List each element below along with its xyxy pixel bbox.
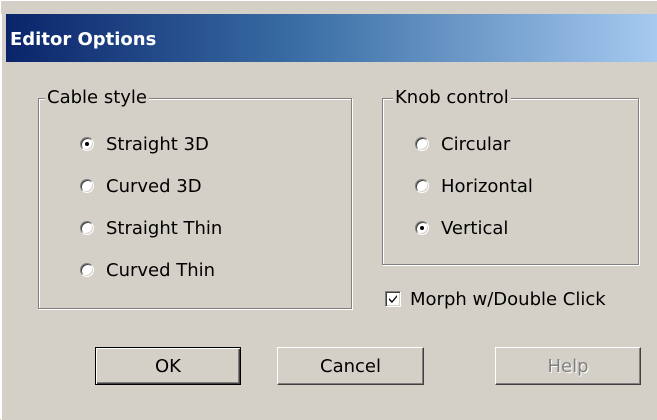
radio-button[interactable] (415, 179, 429, 193)
radio-horizontal[interactable]: Horizontal (415, 173, 533, 199)
radio-label: Horizontal (441, 175, 533, 197)
window-left-border (1, 14, 6, 420)
morph-double-click-checkbox-row[interactable]: Morph w/Double Click (385, 286, 606, 312)
window-top-edge (1, 1, 657, 14)
radio-button[interactable] (80, 263, 94, 277)
radio-vertical[interactable]: Vertical (415, 215, 508, 241)
radio-button[interactable] (415, 137, 429, 151)
editor-options-dialog: Editor Options Cable style Straight 3D C… (0, 0, 657, 420)
cancel-button[interactable]: Cancel (277, 347, 424, 385)
radio-label: Straight 3D (106, 133, 209, 155)
radio-dot (420, 226, 424, 230)
radio-button[interactable] (80, 221, 94, 235)
radio-button[interactable] (80, 137, 94, 151)
radio-curved-thin[interactable]: Curved Thin (80, 257, 215, 283)
morph-label: Morph w/Double Click (410, 288, 606, 310)
window-title: Editor Options (10, 29, 157, 50)
radio-straight-3d[interactable]: Straight 3D (80, 131, 209, 157)
radio-label: Straight Thin (106, 217, 223, 239)
radio-label: Curved Thin (106, 259, 216, 281)
title-bar[interactable]: Editor Options (6, 14, 657, 62)
checkmark-icon (389, 295, 397, 303)
radio-label: Vertical (441, 217, 509, 239)
help-button[interactable]: Help (495, 347, 641, 385)
radio-label: Curved 3D (106, 175, 202, 197)
cable-style-caption: Cable style (45, 86, 149, 110)
knob-control-caption: Knob control (393, 86, 511, 110)
radio-straight-thin[interactable]: Straight Thin (80, 215, 222, 241)
radio-button[interactable] (415, 221, 429, 235)
radio-button[interactable] (80, 179, 94, 193)
radio-circular[interactable]: Circular (415, 131, 510, 157)
radio-label: Circular (441, 133, 511, 155)
radio-dot (85, 142, 89, 146)
radio-curved-3d[interactable]: Curved 3D (80, 173, 202, 199)
morph-checkbox[interactable] (385, 291, 401, 307)
ok-button[interactable]: OK (95, 347, 241, 385)
